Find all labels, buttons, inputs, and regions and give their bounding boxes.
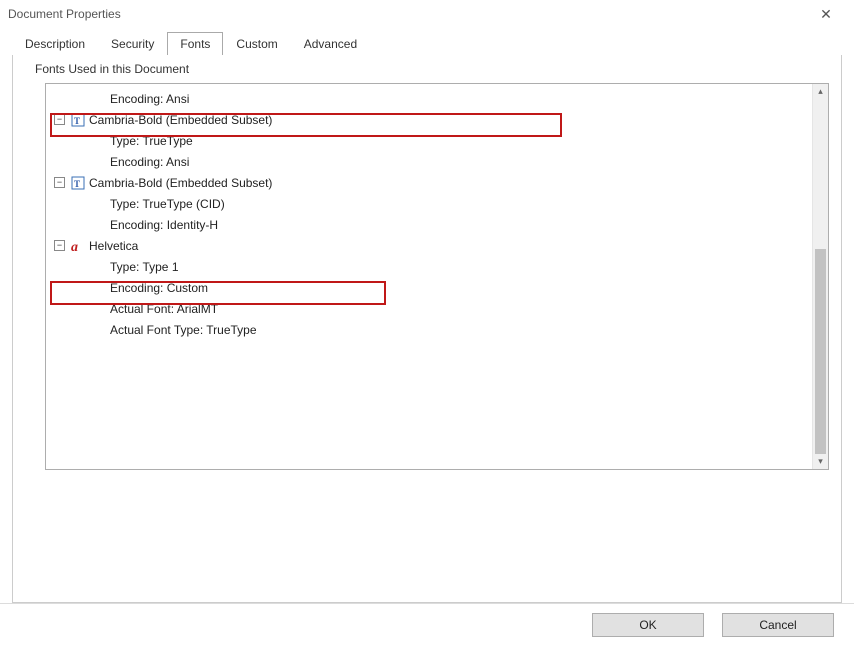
tab-advanced[interactable]: Advanced bbox=[291, 32, 370, 55]
tree-detail: Type: TrueType bbox=[50, 130, 812, 151]
tab-description[interactable]: Description bbox=[12, 32, 98, 55]
tree-node-label: Cambria-Bold (Embedded Subset) bbox=[89, 113, 272, 127]
window-title: Document Properties bbox=[8, 7, 806, 21]
tree-node-helvetica[interactable]: − a Helvetica bbox=[50, 235, 812, 256]
svg-text:T: T bbox=[74, 179, 80, 189]
tree-node-cambria2[interactable]: − T Cambria-Bold (Embedded Subset) bbox=[50, 172, 812, 193]
svg-text:T: T bbox=[74, 116, 80, 126]
ok-button[interactable]: OK bbox=[592, 613, 704, 637]
scroll-thumb[interactable] bbox=[815, 249, 826, 454]
font-tree-container: Encoding: Ansi − T Cambria-Bold (Embedde… bbox=[45, 83, 829, 470]
cancel-button[interactable]: Cancel bbox=[722, 613, 834, 637]
tree-detail: Encoding: Ansi bbox=[50, 88, 812, 109]
tree-node-label: Helvetica bbox=[89, 239, 138, 253]
tree-node-cambria1[interactable]: − T Cambria-Bold (Embedded Subset) bbox=[50, 109, 812, 130]
collapse-icon[interactable]: − bbox=[54, 240, 65, 251]
tree-detail: Actual Font Type: TrueType bbox=[50, 319, 812, 340]
tree-detail: Encoding: Identity-H bbox=[50, 214, 812, 235]
panel-fonts: Fonts Used in this Document Encoding: An… bbox=[12, 55, 842, 603]
vertical-scrollbar[interactable]: ▴ ▾ bbox=[812, 84, 828, 469]
dialog-footer: OK Cancel bbox=[0, 603, 854, 645]
tab-fonts[interactable]: Fonts bbox=[167, 32, 223, 55]
collapse-icon[interactable]: − bbox=[54, 177, 65, 188]
truetype-font-icon: T bbox=[71, 113, 85, 127]
type1-font-icon: a bbox=[71, 239, 85, 253]
tree-detail: Encoding: Custom bbox=[50, 277, 812, 298]
tree-detail: Type: Type 1 bbox=[50, 256, 812, 277]
scroll-up-icon[interactable]: ▴ bbox=[818, 84, 823, 99]
close-icon[interactable]: ✕ bbox=[806, 0, 846, 28]
tabs: Description Security Fonts Custom Advanc… bbox=[0, 28, 854, 55]
scroll-down-icon[interactable]: ▾ bbox=[818, 454, 823, 469]
svg-text:a: a bbox=[71, 240, 78, 253]
tree-node-label: Cambria-Bold (Embedded Subset) bbox=[89, 176, 272, 190]
tree-detail: Type: TrueType (CID) bbox=[50, 193, 812, 214]
tree-detail: Encoding: Ansi bbox=[50, 151, 812, 172]
collapse-icon[interactable]: − bbox=[54, 114, 65, 125]
tree-detail: Actual Font: ArialMT bbox=[50, 298, 812, 319]
truetype-font-icon: T bbox=[71, 176, 85, 190]
fieldset-legend: Fonts Used in this Document bbox=[31, 62, 193, 76]
titlebar: Document Properties ✕ bbox=[0, 0, 854, 28]
scroll-track[interactable] bbox=[813, 99, 828, 454]
font-tree: Encoding: Ansi − T Cambria-Bold (Embedde… bbox=[46, 84, 812, 469]
tab-custom[interactable]: Custom bbox=[223, 32, 290, 55]
tab-security[interactable]: Security bbox=[98, 32, 167, 55]
